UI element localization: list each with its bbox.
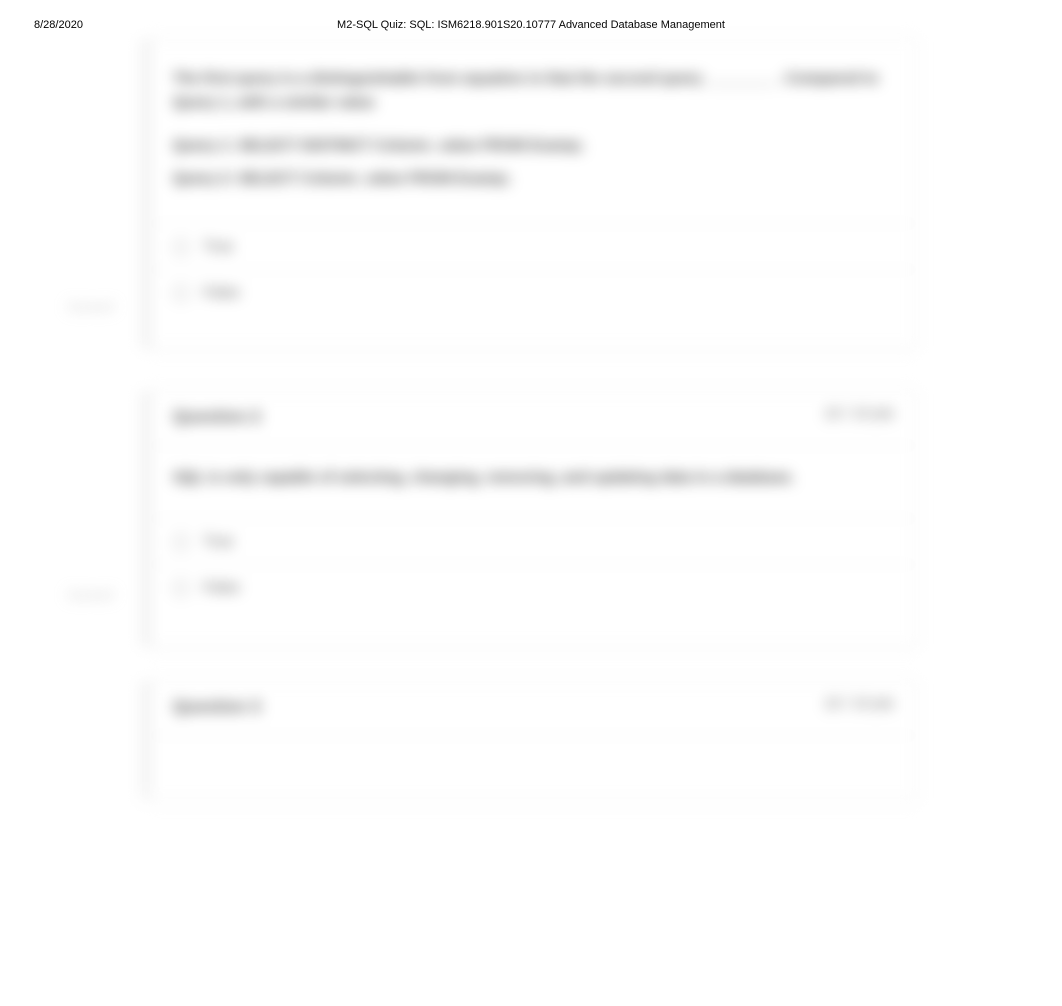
answer-label: True <box>203 533 233 550</box>
question-header: Question 2 10 / 10 pts <box>151 391 916 446</box>
question-card-2: Question 2 10 / 10 pts SQL is only capab… <box>150 390 917 648</box>
answer-list: True False <box>151 223 916 315</box>
query-line-2: Query 2: SELECT Column_value FROM Examp; <box>173 162 894 195</box>
radio-icon <box>173 580 189 596</box>
answer-label: False <box>203 579 240 596</box>
question-text: The first query is a distinguishable fro… <box>173 67 894 115</box>
bottom-fade-overlay <box>0 776 1062 1006</box>
card-accent <box>141 39 151 349</box>
content-area: The first query is a distinguishable fro… <box>0 30 1062 1006</box>
answer-option-false[interactable]: False <box>151 269 916 315</box>
answer-option-true[interactable]: True <box>151 223 916 269</box>
question-points: 10 / 10 pts <box>824 695 894 712</box>
answer-list: True False <box>151 518 916 610</box>
question-text: SQL is only capable of selecting, changi… <box>173 466 894 490</box>
correct-marker: Correct! <box>68 300 115 314</box>
radio-icon <box>173 239 189 255</box>
answer-label: False <box>203 284 240 301</box>
radio-icon <box>173 534 189 550</box>
correct-marker: Correct! <box>68 588 115 602</box>
card-accent <box>141 391 151 647</box>
question-card-1-partial: The first query is a distinguishable fro… <box>150 38 917 350</box>
question-title: Question 3 <box>173 697 261 717</box>
query-line-1: Query 1: SELECT DISTINCT Column_value FR… <box>173 129 894 162</box>
radio-icon <box>173 285 189 301</box>
question-title: Question 2 <box>173 407 261 427</box>
answer-label: True <box>203 238 233 255</box>
question-header: Question 3 10 / 10 pts <box>151 681 916 736</box>
question-points: 10 / 10 pts <box>824 405 894 422</box>
answer-option-false[interactable]: False <box>151 564 916 610</box>
answer-option-true[interactable]: True <box>151 518 916 564</box>
